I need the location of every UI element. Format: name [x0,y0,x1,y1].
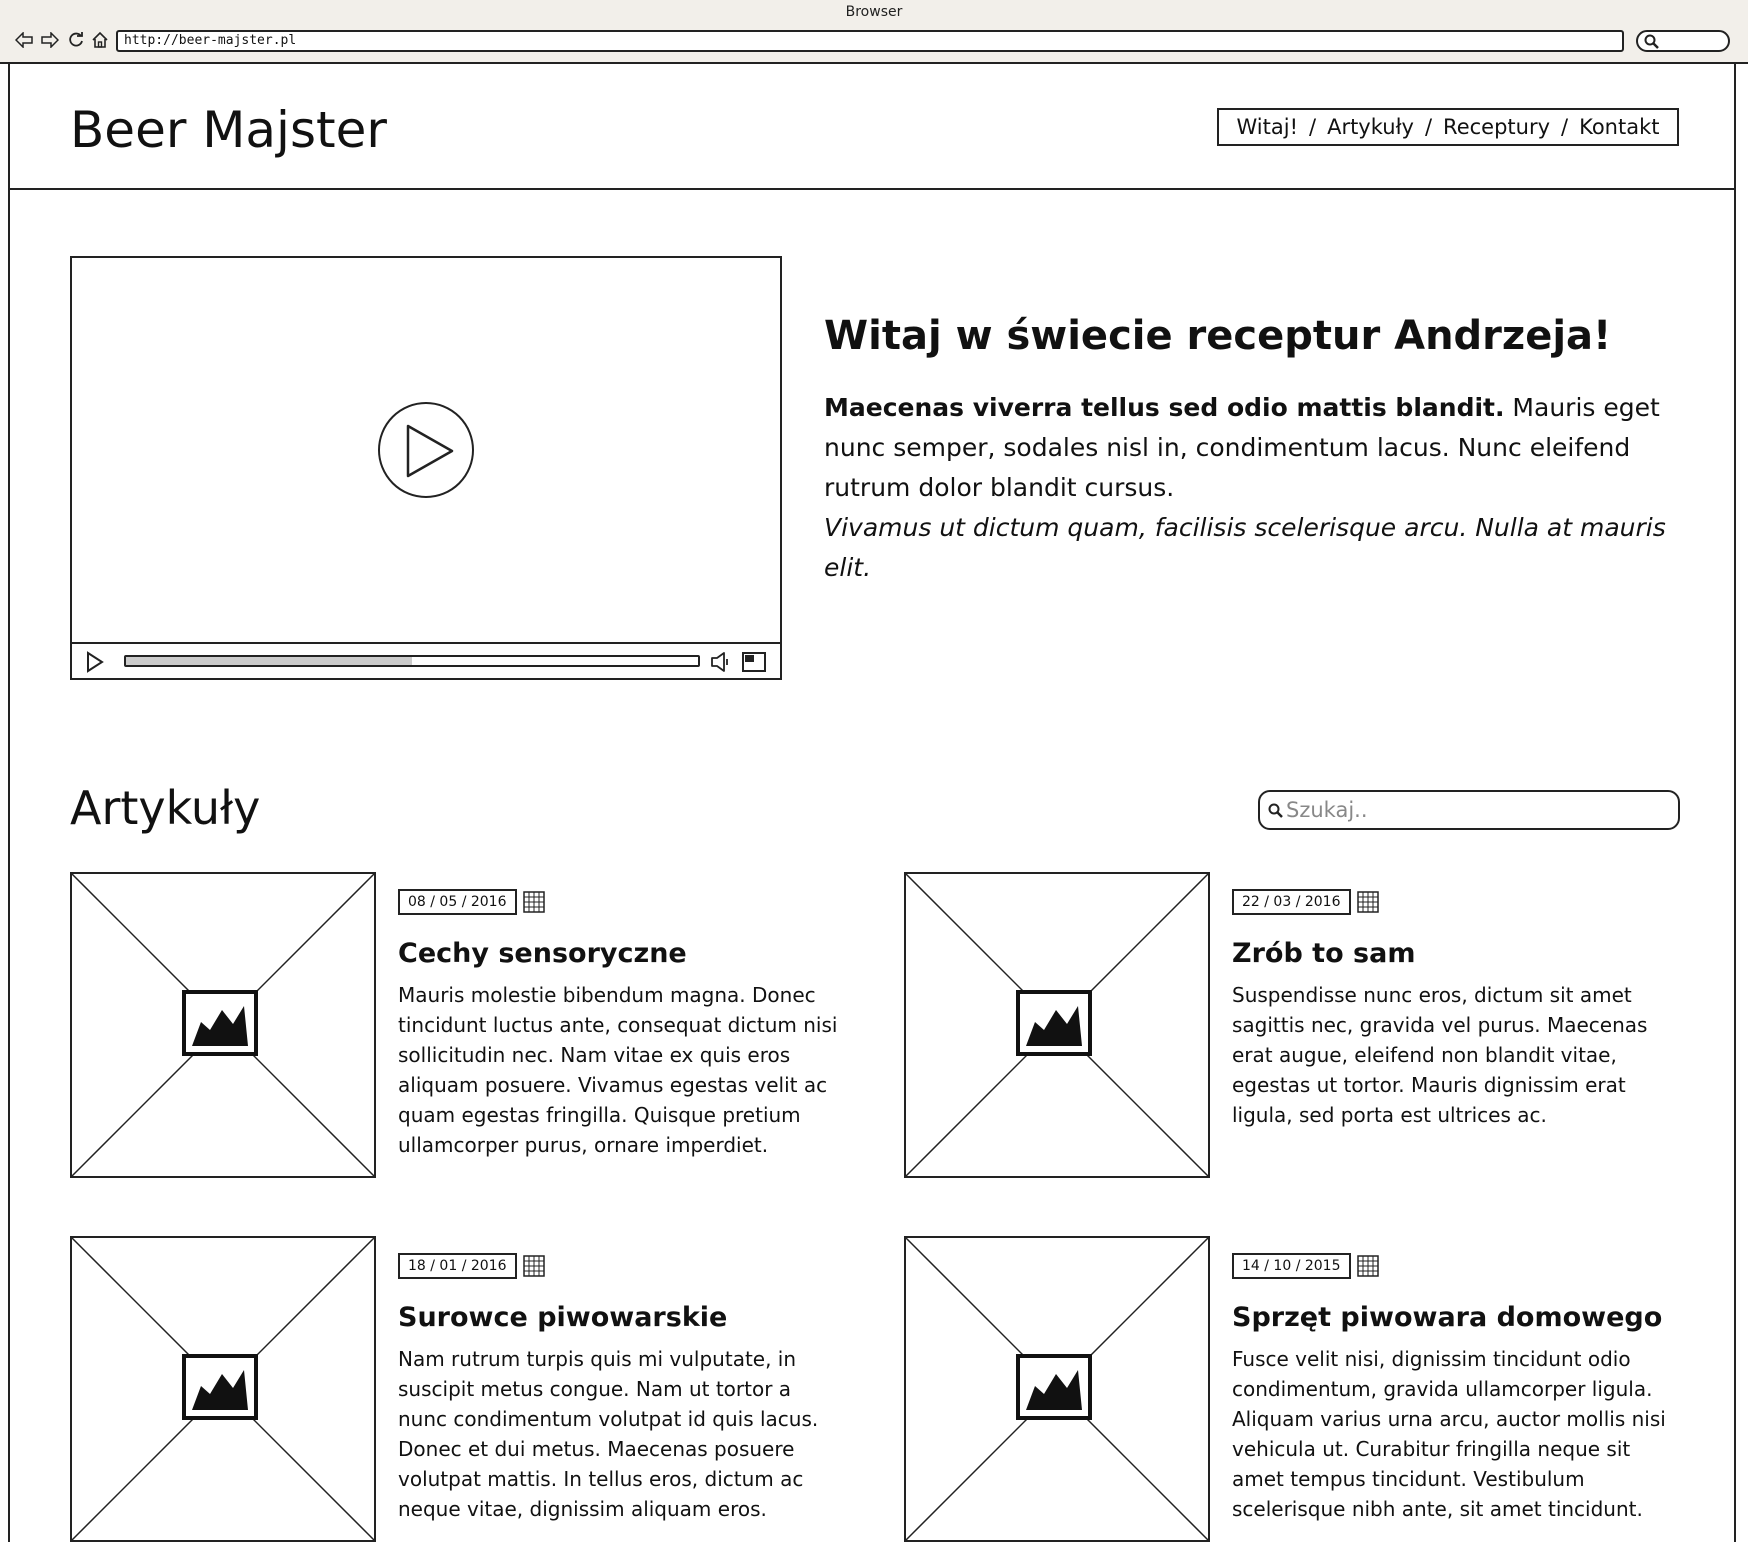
volume-icon[interactable] [710,651,732,673]
hero-italic-text: Vivamus ut dictum quam, facilisis sceler… [824,513,1666,582]
video-progress-fill [126,657,412,665]
article-date-row: 08 / 05 / 2016 [398,888,846,916]
image-placeholder-icon [1016,990,1092,1056]
article-title[interactable]: Cechy sensoryczne [398,936,846,972]
article-card: 08 / 05 / 2016 Cechy sensoryczne Mauris … [70,872,850,1192]
hero-section: Witaj w świecie receptur Andrzeja! Maece… [824,308,1704,588]
article-date-row: 18 / 01 / 2016 [398,1252,846,1280]
address-bar[interactable]: http://beer-majster.pl [116,30,1624,52]
calendar-icon[interactable] [1356,891,1379,913]
calendar-icon[interactable] [522,1255,545,1277]
nav-link-receptury[interactable]: Receptury [1443,115,1550,139]
site-header: Beer Majster Witaj! / Artykuły / Receptu… [10,64,1734,190]
article-card: 14 / 10 / 2015 Sprzęt piwowara domowego … [904,1236,1684,1556]
back-arrow-icon[interactable] [14,30,34,50]
article-image-placeholder[interactable] [904,1236,1210,1542]
hero-title: Witaj w świecie receptur Andrzeja! [824,313,1612,359]
hero-lead-text: Maecenas viverra tellus sed odio mattis … [824,393,1505,422]
article-excerpt: Fusce velit nisi, dignissim tincidunt od… [1232,1347,1666,1521]
nav-separator: / [1561,115,1569,139]
browser-title: Browser [845,4,903,20]
nav-link-artykuly[interactable]: Artykuły [1327,115,1414,139]
article-card: 18 / 01 / 2016 Surowce piwowarskie Nam r… [70,1236,850,1556]
reload-icon[interactable] [66,30,86,50]
article-info: 14 / 10 / 2015 Sprzęt piwowara domowego … [1232,1252,1680,1524]
nav-link-witaj[interactable]: Witaj! [1237,115,1299,139]
fullscreen-icon[interactable] [742,652,766,672]
article-title[interactable]: Surowce piwowarskie [398,1300,846,1336]
image-placeholder-icon [182,990,258,1056]
article-image-placeholder[interactable] [904,872,1210,1178]
site-logo[interactable]: Beer Majster [70,100,387,160]
article-info: 08 / 05 / 2016 Cechy sensoryczne Mauris … [398,888,846,1160]
article-excerpt: Mauris molestie bibendum magna. Donec ti… [398,983,838,1157]
article-card: 22 / 03 / 2016 Zrób to sam Suspendisse n… [904,872,1684,1192]
hero-body: Maecenas viverra tellus sed odio mattis … [824,388,1704,588]
image-placeholder-icon [182,1354,258,1420]
browser-search-field[interactable] [1636,30,1730,52]
video-progress-bar[interactable] [124,655,700,667]
nav-link-kontakt[interactable]: Kontakt [1579,115,1659,139]
search-icon [1644,34,1659,49]
play-icon[interactable] [86,651,104,673]
article-title[interactable]: Sprzęt piwowara domowego [1232,1300,1680,1336]
article-info: 18 / 01 / 2016 Surowce piwowarskie Nam r… [398,1252,846,1524]
image-placeholder-icon [1016,1354,1092,1420]
article-date: 08 / 05 / 2016 [398,889,517,915]
articles-search-field[interactable] [1258,790,1680,830]
article-excerpt: Suspendisse nunc eros, dictum sit amet s… [1232,983,1648,1127]
article-excerpt: Nam rutrum turpis quis mi vulputate, in … [398,1347,819,1521]
main-navigation: Witaj! / Artykuły / Receptury / Kontakt [1217,108,1679,146]
calendar-icon[interactable] [522,891,545,913]
article-date: 18 / 01 / 2016 [398,1253,517,1279]
article-date-row: 22 / 03 / 2016 [1232,888,1680,916]
article-info: 22 / 03 / 2016 Zrób to sam Suspendisse n… [1232,888,1680,1130]
home-icon[interactable] [90,30,110,50]
articles-search-input[interactable] [1286,796,1666,824]
article-date: 22 / 03 / 2016 [1232,889,1351,915]
play-icon [406,424,454,478]
play-button[interactable] [378,402,474,498]
articles-section-title: Artykuły [70,781,261,835]
browser-chrome: Browser http://beer-majster.pl [0,0,1748,64]
article-date: 14 / 10 / 2015 [1232,1253,1351,1279]
video-player[interactable] [70,256,782,680]
nav-separator: / [1309,115,1317,139]
article-date-row: 14 / 10 / 2015 [1232,1252,1680,1280]
article-image-placeholder[interactable] [70,872,376,1178]
calendar-icon[interactable] [1356,1255,1379,1277]
article-image-placeholder[interactable] [70,1236,376,1542]
page-frame: Beer Majster Witaj! / Artykuły / Receptu… [8,64,1736,1542]
video-controls [72,642,780,678]
article-title[interactable]: Zrób to sam [1232,936,1680,972]
forward-arrow-icon[interactable] [40,30,60,50]
nav-separator: / [1424,115,1433,139]
search-icon [1268,803,1283,818]
